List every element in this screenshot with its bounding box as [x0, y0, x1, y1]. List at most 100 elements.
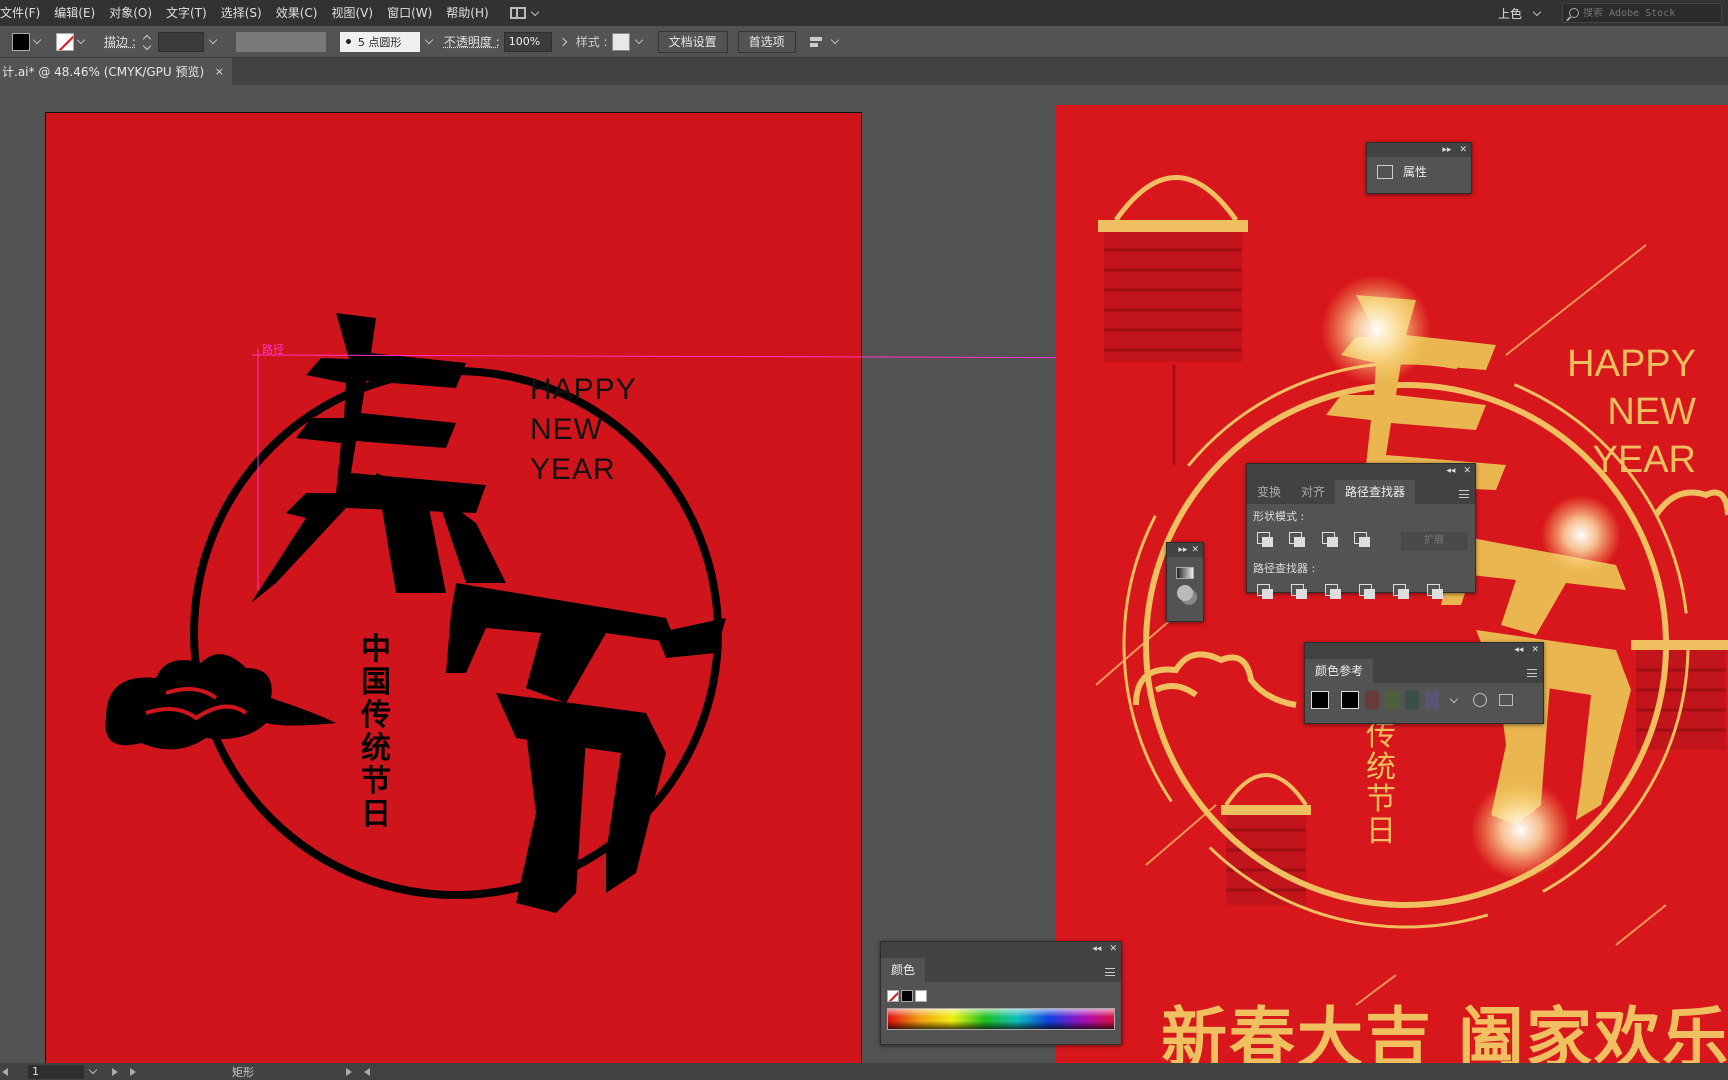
- close-icon[interactable]: ✕: [1463, 466, 1471, 476]
- opacity-label[interactable]: 不透明度 :: [444, 33, 500, 50]
- collapse-icon[interactable]: ▸▸: [1178, 545, 1187, 555]
- panel-controls: ◂◂ ✕: [881, 942, 1121, 956]
- menu-select[interactable]: 选择(S): [214, 0, 269, 26]
- english-greeting-right: HAPPY NEW YEAR: [1536, 340, 1696, 484]
- opacity-input[interactable]: 100%: [503, 31, 552, 52]
- close-icon[interactable]: ✕: [1531, 645, 1539, 655]
- harmony-swatch[interactable]: [1341, 691, 1359, 709]
- align-icon[interactable]: [809, 35, 826, 49]
- stroke-label[interactable]: 描边 :: [104, 33, 136, 50]
- chevron-down-icon: [530, 7, 539, 16]
- intersect-icon[interactable]: [1321, 532, 1339, 548]
- color-guide-header: 颜色参考: [1305, 657, 1543, 683]
- white-swatch[interactable]: [915, 990, 927, 1002]
- chevron-down-icon[interactable]: [634, 35, 643, 45]
- tab-color-guide[interactable]: 颜色参考: [1305, 659, 1374, 683]
- harmony-swatch[interactable]: [1365, 691, 1379, 709]
- panel-menu-icon[interactable]: [1527, 669, 1537, 677]
- stroke-dropdown-icon[interactable]: [76, 35, 86, 45]
- scroll-left-icon[interactable]: [364, 1067, 370, 1076]
- harmony-swatch[interactable]: [1425, 691, 1439, 709]
- outline-icon[interactable]: [1393, 584, 1411, 600]
- none-swatch[interactable]: [887, 990, 899, 1002]
- stroke-swatch[interactable]: [56, 32, 74, 51]
- chevron-down-icon[interactable]: [208, 35, 218, 45]
- gradient-icon[interactable]: [1176, 567, 1194, 579]
- next-artboard-icon[interactable]: [112, 1067, 118, 1076]
- trim-icon[interactable]: [1291, 584, 1309, 600]
- menu-object[interactable]: 对象(O): [102, 0, 159, 26]
- color-spectrum[interactable]: [887, 1008, 1115, 1030]
- gold-cloud-right: [1653, 489, 1728, 517]
- harmony-swatch[interactable]: [1405, 691, 1419, 709]
- brush-definition[interactable]: 5 点圆形: [339, 31, 420, 52]
- workspace-switcher[interactable]: 上色: [1498, 5, 1528, 22]
- close-icon[interactable]: ✕: [1191, 545, 1199, 555]
- canvas[interactable]: HAPPY NEW YEAR 中国传统节日 路径 HAPPY NEW YEAR …: [0, 85, 1728, 1063]
- save-group-icon[interactable]: [1499, 694, 1513, 706]
- minus-back-icon[interactable]: [1427, 584, 1445, 600]
- panel-controls: ◂◂ ✕: [1247, 464, 1475, 478]
- last-artboard-icon[interactable]: [130, 1067, 136, 1076]
- stock-search-input[interactable]: [1583, 7, 1713, 19]
- close-icon[interactable]: ×: [215, 65, 224, 78]
- exclude-icon[interactable]: [1354, 532, 1371, 548]
- base-color-swatch[interactable]: [1311, 691, 1329, 709]
- chevron-down-icon[interactable]: [424, 35, 434, 45]
- first-artboard-icon[interactable]: [2, 1067, 8, 1076]
- minus-front-icon[interactable]: [1289, 532, 1306, 548]
- graphic-style-swatch[interactable]: [611, 32, 630, 51]
- menu-window[interactable]: 窗口(W): [380, 0, 439, 26]
- collapse-icon[interactable]: ◂◂: [1092, 944, 1101, 954]
- chevron-down-icon[interactable]: [830, 35, 839, 45]
- properties-item[interactable]: 属性: [1367, 157, 1471, 186]
- close-icon[interactable]: ✕: [1109, 944, 1117, 954]
- arrange-documents-button[interactable]: [509, 7, 544, 19]
- menu-view[interactable]: 视图(V): [324, 0, 380, 26]
- variable-width-profile[interactable]: [235, 31, 326, 52]
- close-icon[interactable]: ✕: [1459, 145, 1467, 155]
- document-tab-bar: 计.ai* @ 48.46% (CMYK/GPU 预览) ×: [0, 58, 1728, 85]
- collapse-icon[interactable]: ◂◂: [1514, 645, 1523, 655]
- brush-name: 5 点圆形: [357, 35, 402, 49]
- tab-align[interactable]: 对齐: [1291, 480, 1335, 504]
- menu-type[interactable]: 文字(T): [159, 0, 214, 26]
- chevron-down-icon[interactable]: [88, 1065, 98, 1075]
- unite-icon[interactable]: [1257, 532, 1274, 548]
- stock-search[interactable]: [1562, 3, 1722, 23]
- tab-pathfinder[interactable]: 路径查找器: [1335, 480, 1416, 504]
- collapse-icon[interactable]: ▸▸: [1442, 145, 1451, 155]
- color-wheel-icon[interactable]: [1473, 693, 1487, 707]
- tab-transform[interactable]: 变换: [1247, 480, 1291, 504]
- panel-menu-icon[interactable]: [1105, 968, 1115, 976]
- harmony-swatch[interactable]: [1385, 691, 1399, 709]
- fill-dropdown-icon[interactable]: [32, 35, 42, 45]
- menu-effect[interactable]: 效果(C): [269, 0, 325, 26]
- transparency-icon[interactable]: [1177, 585, 1193, 601]
- expand-button[interactable]: 扩展: [1400, 532, 1468, 550]
- document-setup-button[interactable]: 文档设置: [657, 30, 728, 53]
- stroke-weight-stepper[interactable]: [142, 33, 152, 51]
- color-panel: ◂◂ ✕ 颜色: [880, 941, 1122, 1045]
- menu-file[interactable]: 文件(F): [0, 0, 47, 26]
- fill-swatch[interactable]: [12, 32, 30, 51]
- crop-icon[interactable]: [1359, 584, 1377, 600]
- artboard-number-input[interactable]: 1: [28, 1064, 84, 1079]
- status-menu-icon[interactable]: [346, 1067, 352, 1076]
- stroke-weight-input[interactable]: [157, 31, 204, 52]
- divide-icon[interactable]: [1257, 584, 1275, 600]
- chevron-down-icon[interactable]: [1532, 7, 1542, 16]
- preferences-button[interactable]: 首选项: [737, 30, 796, 53]
- menu-help[interactable]: 帮助(H): [439, 0, 495, 26]
- collapse-icon[interactable]: ◂◂: [1446, 466, 1455, 476]
- pathfinder-panel: ◂◂ ✕ 变换 对齐 路径查找器 形状模式 : 扩展 路径查找器 :: [1246, 463, 1476, 599]
- tab-color[interactable]: 颜色: [881, 958, 926, 982]
- menu-edit[interactable]: 编辑(E): [47, 0, 102, 26]
- harmony-dropdown-icon[interactable]: [1449, 694, 1459, 703]
- opacity-value: 100%: [508, 35, 541, 48]
- chevron-right-icon[interactable]: [558, 37, 567, 46]
- panel-menu-icon[interactable]: [1459, 490, 1469, 498]
- document-tab[interactable]: 计.ai* @ 48.46% (CMYK/GPU 预览) ×: [0, 58, 232, 85]
- black-swatch[interactable]: [901, 990, 913, 1002]
- merge-icon[interactable]: [1325, 584, 1343, 600]
